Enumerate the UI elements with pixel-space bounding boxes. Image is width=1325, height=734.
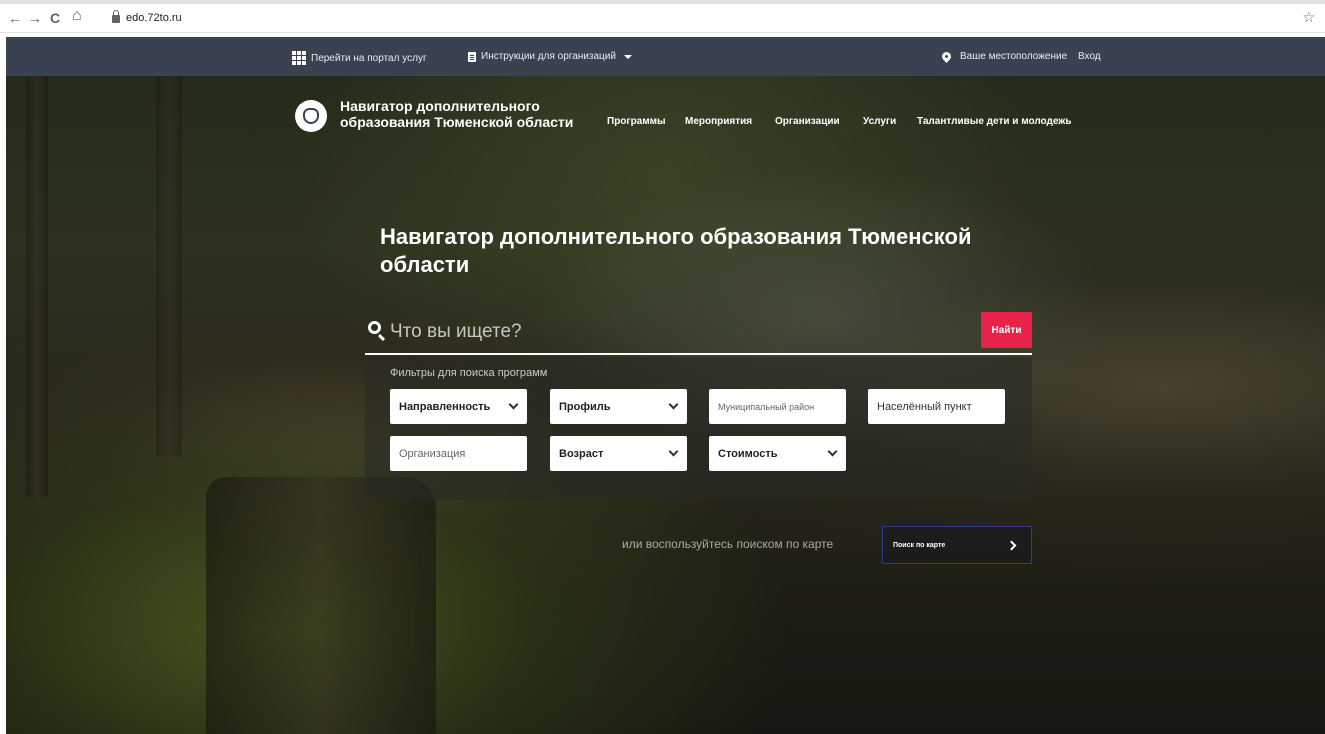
nav-talented-youth[interactable]: Талантливые дети и молодежь	[917, 116, 1072, 127]
login-label: Вход	[1078, 51, 1101, 62]
organization-input[interactable]: Организация	[390, 436, 527, 471]
cost-select[interactable]: Стоимость	[709, 436, 846, 471]
map-search-button[interactable]: Поиск по карте	[882, 526, 1032, 564]
profile-select[interactable]: Профиль	[550, 389, 687, 424]
brand-line-2: образования Тюменской области	[340, 114, 574, 130]
tab-strip	[0, 0, 1325, 4]
address-bar[interactable]: edo.72to.ru	[112, 10, 182, 26]
district-placeholder: Муниципальный район	[718, 401, 815, 412]
top-bar: Перейти на портал услуг Инструкции для о…	[6, 37, 1325, 76]
organization-placeholder: Организация	[399, 447, 466, 460]
direction-select-label: Направленность	[399, 400, 491, 413]
location-link[interactable]: Ваше местоположение	[940, 50, 1068, 63]
filters-label: Фильтры для поиска программ	[390, 367, 548, 379]
district-input[interactable]: Муниципальный район	[709, 389, 846, 424]
nav-programs[interactable]: Программы	[607, 116, 666, 127]
login-link[interactable]: Вход	[1078, 51, 1101, 62]
nav-events[interactable]: Мероприятия	[685, 116, 752, 127]
direction-select[interactable]: Направленность	[390, 389, 527, 424]
map-search-hint: или воспользуйтесь поиском по карте	[622, 537, 834, 551]
chevron-right-icon	[1006, 540, 1017, 551]
portal-link-label: Перейти на портал услуг	[311, 52, 427, 64]
search-bar: Найти	[365, 312, 1032, 355]
portal-link[interactable]: Перейти на портал услуг	[292, 51, 427, 65]
browser-toolbar: ← → C ⌂ edo.72to.ru ☆	[0, 0, 1325, 33]
reload-icon[interactable]: C	[50, 11, 60, 25]
search-input[interactable]	[390, 317, 950, 347]
chevron-down-icon	[668, 399, 679, 410]
chevron-down-icon	[827, 446, 838, 457]
hero-title: Навигатор дополнительного образования Тю…	[380, 224, 972, 277]
home-icon[interactable]: ⌂	[72, 8, 82, 24]
bookmark-star-icon[interactable]: ☆	[1302, 9, 1315, 26]
find-button[interactable]: Найти	[981, 312, 1032, 348]
nav-organizations[interactable]: Организации	[775, 116, 840, 127]
profile-select-label: Профиль	[559, 400, 611, 413]
search-icon	[368, 321, 381, 334]
lock-icon	[112, 10, 120, 23]
cost-select-label: Стоимость	[718, 447, 778, 460]
apps-grid-icon	[292, 51, 306, 65]
forward-icon[interactable]: →	[28, 11, 42, 25]
map-search-button-label: Поиск по карте	[893, 541, 946, 549]
back-icon[interactable]: ←	[8, 11, 22, 25]
brand-line-1: Навигатор дополнительного	[340, 98, 540, 114]
chevron-down-icon	[508, 399, 519, 410]
nav-services[interactable]: Услуги	[863, 116, 896, 127]
age-select[interactable]: Возраст	[550, 436, 687, 471]
settlement-placeholder: Населённый пункт	[877, 400, 972, 413]
instructions-label: Инструкции для организаций	[481, 51, 616, 62]
location-label: Ваше местоположение	[960, 51, 1068, 62]
url-text: edo.72to.ru	[126, 12, 182, 24]
logo-emblem-icon[interactable]	[295, 100, 327, 132]
caret-down-icon	[623, 54, 632, 59]
age-select-label: Возраст	[559, 447, 604, 460]
chevron-down-icon	[668, 446, 679, 457]
location-pin-icon	[940, 50, 953, 63]
site-brand[interactable]: Навигатор дополнительного образования Тю…	[340, 98, 580, 130]
instructions-dropdown[interactable]: Инструкции для организаций	[468, 51, 632, 62]
document-icon	[468, 51, 476, 62]
settlement-input[interactable]: Населённый пункт	[868, 389, 1005, 424]
